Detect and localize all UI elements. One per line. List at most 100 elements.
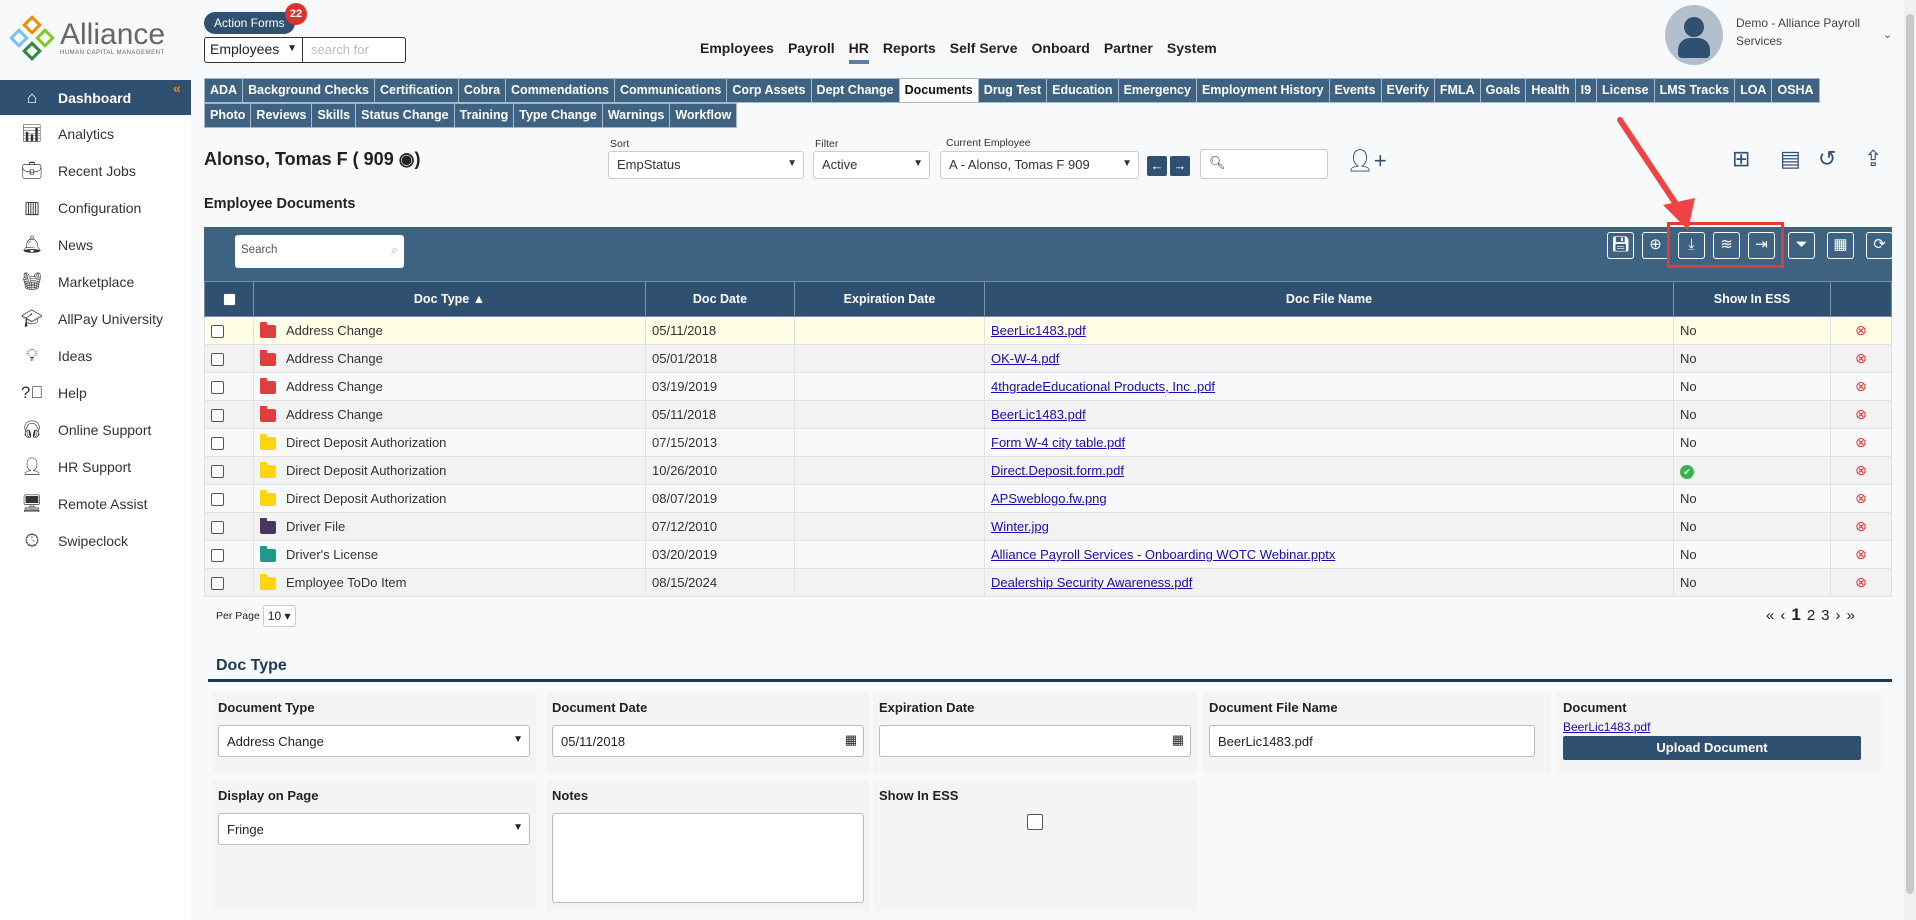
tab-communications[interactable]: Communications	[614, 78, 728, 103]
tab-education[interactable]: Education	[1047, 78, 1119, 103]
page-1[interactable]: 1	[1791, 605, 1800, 625]
tab-i9[interactable]: I9	[1575, 78, 1598, 103]
delete-icon[interactable]: ⊗	[1837, 378, 1885, 395]
action-forms-button[interactable]: Action Forms	[204, 12, 295, 34]
tab-ada[interactable]: ADA	[204, 78, 244, 103]
tab-drug-test[interactable]: Drug Test	[978, 78, 1048, 103]
nav-payroll[interactable]: Payroll	[788, 40, 835, 64]
tab-corp-assets[interactable]: Corp Assets	[727, 78, 812, 103]
column-doc-file-name[interactable]: Doc File Name	[984, 281, 1674, 317]
column-show-in-ess[interactable]: Show In ESS	[1673, 281, 1831, 317]
tab-health[interactable]: Health	[1526, 78, 1576, 103]
select-all-checkbox[interactable]	[222, 293, 236, 307]
nav-employees[interactable]: Employees	[700, 40, 774, 64]
page-scrollbar[interactable]	[1904, 0, 1916, 920]
doc-file-link[interactable]: Winter.jpg	[991, 519, 1049, 534]
tab-emergency[interactable]: Emergency	[1118, 78, 1197, 103]
sidebar-item-help[interactable]: ?⃝ Help	[0, 374, 191, 411]
first-page-icon[interactable]: «	[1766, 607, 1774, 624]
row-checkbox[interactable]	[211, 381, 224, 395]
sidebar-item-swipeclock[interactable]: 🕓︎ Swipeclock	[0, 522, 191, 559]
previous-page-icon[interactable]: ‹	[1780, 607, 1785, 624]
sidebar-item-allpay-university[interactable]: 🎓︎ AllPay University	[0, 300, 191, 337]
tab-fmla[interactable]: FMLA	[1434, 78, 1481, 103]
add-employee-icon[interactable]: 👤︎+	[1346, 148, 1387, 174]
nav-onboard[interactable]: Onboard	[1032, 40, 1090, 64]
row-checkbox[interactable]	[211, 325, 224, 339]
sidebar-item-online-support[interactable]: 🎧︎ Online Support	[0, 411, 191, 448]
document-icon[interactable]: ▤	[1780, 146, 1801, 172]
tab-status-change[interactable]: Status Change	[356, 103, 455, 128]
doc-file-link[interactable]: 4thgradeEducational Products, Inc .pdf	[991, 379, 1215, 394]
table-row[interactable]: Address Change 05/01/2018 OK-W-4.pdf No ⊗	[204, 344, 1892, 373]
tab-loa[interactable]: LOA	[1735, 78, 1773, 103]
calendar-icon[interactable]: ▦	[1172, 732, 1184, 748]
delete-icon[interactable]: ⊗	[1837, 574, 1885, 591]
filter-icon[interactable]: ⏷	[1788, 232, 1815, 259]
delete-icon[interactable]: ⊗	[1837, 322, 1885, 339]
doc-file-link[interactable]: APSweblogo.fw.png	[991, 491, 1107, 506]
table-row[interactable]: Driver File 07/12/2010 Winter.jpg No ⊗	[204, 512, 1892, 541]
file-name-input[interactable]: BeerLic1483.pdf	[1209, 725, 1535, 757]
delete-icon[interactable]: ⊗	[1837, 490, 1885, 507]
per-page-select[interactable]: 10 ▾	[262, 605, 296, 627]
user-name[interactable]: Demo - Alliance Payroll Services	[1736, 14, 1886, 50]
notes-textarea[interactable]	[552, 813, 864, 903]
tab-workflow[interactable]: Workflow	[670, 103, 738, 128]
tab-skills[interactable]: Skills	[312, 103, 357, 128]
doc-file-link[interactable]: OK-W-4.pdf	[991, 351, 1059, 366]
display-on-page-select[interactable]: Fringe ▼	[218, 813, 530, 845]
upload-file-icon[interactable]: ⇪	[1864, 146, 1882, 172]
row-checkbox[interactable]	[211, 493, 224, 507]
row-checkbox[interactable]	[211, 465, 224, 479]
delete-icon[interactable]: ⊗	[1837, 350, 1885, 367]
document-date-input[interactable]: 05/11/2018 ▦	[552, 725, 864, 757]
table-columns-icon[interactable]: ▦	[1827, 232, 1854, 259]
sidebar-item-recent-jobs[interactable]: 💼︎ Recent Jobs	[0, 152, 191, 189]
delete-icon[interactable]: ⊗	[1837, 462, 1885, 479]
save-icon[interactable]: 💾︎	[1607, 232, 1634, 259]
delete-icon[interactable]: ⊗	[1837, 518, 1885, 535]
collapse-sidebar-icon[interactable]: «	[173, 80, 181, 96]
table-row[interactable]: Direct Deposit Authorization 07/15/2013 Fo…	[204, 428, 1892, 457]
tab-osha[interactable]: OSHA	[1772, 78, 1820, 103]
doc-file-link[interactable]: Dealership Security Awareness.pdf	[991, 575, 1192, 590]
delete-icon[interactable]: ⊗	[1837, 434, 1885, 451]
table-row[interactable]: Address Change 05/11/2018 BeerLic1483.pdf N…	[204, 400, 1892, 429]
page-2[interactable]: 2	[1807, 607, 1815, 624]
sidebar-item-news[interactable]: 🔔︎ News	[0, 226, 191, 263]
table-row[interactable]: Employee ToDo Item 08/15/2024 Dealership S…	[204, 568, 1892, 597]
tab-lms-tracks[interactable]: LMS Tracks	[1654, 78, 1736, 103]
tab-dept-change[interactable]: Dept Change	[811, 78, 900, 103]
tab-type-change[interactable]: Type Change	[514, 103, 603, 128]
tab-everify[interactable]: EVerify	[1381, 78, 1435, 103]
expiration-date-input[interactable]: ▦	[879, 725, 1191, 757]
nav-hr[interactable]: HR	[848, 40, 869, 64]
tab-documents[interactable]: Documents	[899, 78, 979, 103]
row-checkbox[interactable]	[211, 409, 224, 423]
grid-search-input[interactable]: Search ⌕	[235, 235, 404, 268]
sidebar-item-ideas[interactable]: 💡︎ Ideas	[0, 337, 191, 374]
next-page-icon[interactable]: ›	[1836, 607, 1841, 624]
delete-icon[interactable]: ⊗	[1837, 546, 1885, 563]
sidebar-item-analytics[interactable]: 📊︎ Analytics	[0, 115, 191, 152]
history-icon[interactable]: ↺	[1818, 146, 1836, 172]
show-in-ess-checkbox[interactable]	[1027, 813, 1043, 830]
upload-document-button[interactable]: Upload Document	[1563, 736, 1861, 760]
nav-system[interactable]: System	[1167, 40, 1217, 64]
doc-file-link[interactable]: Direct.Deposit.form.pdf	[991, 463, 1124, 478]
tab-certification[interactable]: Certification	[374, 78, 459, 103]
add-circle-icon[interactable]: ⊕	[1642, 232, 1669, 259]
select-all-header[interactable]	[204, 281, 254, 317]
search-scope-select[interactable]: Employees ▼	[204, 37, 303, 63]
column-doc-type[interactable]: Doc Type ▲	[253, 281, 646, 317]
tab-training[interactable]: Training	[454, 103, 515, 128]
tab-background-checks[interactable]: Background Checks	[243, 78, 375, 103]
sidebar-item-marketplace[interactable]: 🧺︎ Marketplace	[0, 263, 191, 300]
last-page-icon[interactable]: »	[1847, 607, 1855, 624]
table-row[interactable]: Address Change 05/11/2018 BeerLic1483.pdf N…	[204, 316, 1892, 345]
table-row[interactable]: Direct Deposit Authorization 08/07/2019 AP…	[204, 484, 1892, 513]
current-employee-select[interactable]: A - Alonso, Tomas F 909 ▼	[940, 151, 1139, 179]
user-avatar[interactable]	[1665, 5, 1723, 65]
tab-goals[interactable]: Goals	[1480, 78, 1527, 103]
